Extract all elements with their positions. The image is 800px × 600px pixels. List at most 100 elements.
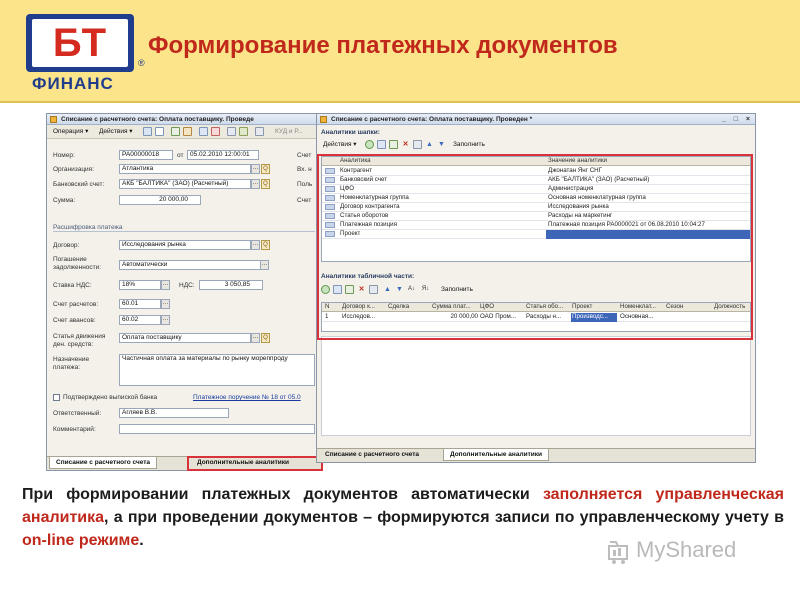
repayment-field[interactable]: Автоматически bbox=[119, 260, 261, 270]
kud-menu[interactable]: КУД и Р... bbox=[273, 127, 305, 137]
window-titlebar: Списание с расчетного счета: Оплата пост… bbox=[47, 114, 321, 125]
watermark-logo-icon bbox=[608, 541, 628, 564]
contract-select-button[interactable]: … bbox=[251, 240, 260, 250]
move-down-icon[interactable]: ▼ bbox=[437, 140, 446, 149]
analytics-window: Списание с расчетного счета: Оплата пост… bbox=[316, 113, 756, 463]
contract-open-button[interactable]: Q bbox=[261, 240, 270, 250]
operation-menu[interactable]: Операция ▾ bbox=[51, 127, 90, 137]
actions-menu[interactable]: Действия ▾ bbox=[97, 127, 135, 137]
right-label-4: Счет bbox=[297, 197, 312, 204]
organization-select-button[interactable]: … bbox=[251, 164, 260, 174]
analytics-highlight bbox=[317, 154, 753, 340]
vat-rate-label: Ставка НДС: bbox=[53, 282, 92, 289]
repayment-label-2: задолженности: bbox=[53, 264, 102, 271]
comment-label: Комментарий: bbox=[53, 426, 96, 433]
comment-field[interactable] bbox=[119, 424, 315, 434]
header-fill-button[interactable]: Заполнить bbox=[451, 140, 487, 150]
copy-icon[interactable] bbox=[377, 140, 386, 149]
slide-header: БТ ФИНАНС ® Формирование платежных докум… bbox=[0, 0, 800, 103]
advance-account-label: Счет авансов: bbox=[53, 317, 96, 324]
add-icon[interactable] bbox=[365, 140, 374, 149]
edit-icon[interactable] bbox=[389, 140, 398, 149]
vat-rate-select-button[interactable]: … bbox=[161, 280, 170, 290]
right-label-2: Вх. н bbox=[297, 166, 312, 173]
payment-details-section: Расшифровка платежа bbox=[53, 224, 315, 232]
text-part-3: . bbox=[139, 532, 144, 549]
payment-order-link[interactable]: Платежное поручение № 18 от 05.0 bbox=[193, 394, 301, 401]
logo-registered-mark: ® bbox=[138, 58, 145, 68]
organization-open-button[interactable]: Q bbox=[261, 164, 270, 174]
vat-label: НДС: bbox=[179, 282, 195, 289]
settlement-account-field[interactable]: 60.01 bbox=[119, 299, 161, 309]
stop-icon[interactable] bbox=[413, 140, 422, 149]
purpose-label-1: Назначение bbox=[53, 356, 90, 363]
print-icon[interactable] bbox=[227, 127, 236, 136]
purpose-label-2: платежа: bbox=[53, 364, 80, 371]
responsible-label: Ответственный: bbox=[53, 410, 102, 417]
sum-field[interactable]: 20 000,00 bbox=[119, 195, 201, 205]
date-field[interactable]: 05.02.2010 12:00:01 bbox=[187, 150, 259, 160]
header-actions-menu[interactable]: Действия ▾ bbox=[321, 140, 359, 150]
window-toolbar: Операция ▾ Действия ▾ КУД и Р... bbox=[47, 125, 321, 139]
settings-icon[interactable] bbox=[255, 127, 264, 136]
document-icon-2 bbox=[320, 116, 327, 123]
bank-account-open-button[interactable]: Q bbox=[261, 179, 270, 189]
window-title-2: Списание с расчетного счета: Оплата пост… bbox=[331, 116, 533, 123]
logo-word: ФИНАНС bbox=[32, 74, 114, 93]
confirmed-checkbox[interactable] bbox=[53, 394, 60, 401]
add-icon[interactable] bbox=[143, 127, 152, 136]
bank-account-select-button[interactable]: … bbox=[251, 179, 260, 189]
refresh-icon[interactable] bbox=[171, 127, 180, 136]
cash-flow-field[interactable]: Оплата поставщику bbox=[119, 333, 251, 343]
text-part-2: , а при проведении документов – формирую… bbox=[104, 509, 784, 526]
number-field[interactable]: РА00000018 bbox=[119, 150, 173, 160]
move-up-icon[interactable]: ▲ bbox=[425, 140, 434, 149]
cash-flow-open-button[interactable]: Q bbox=[261, 333, 270, 343]
tab-bank-writeoff-2[interactable]: Списание с расчетного счета bbox=[319, 449, 425, 461]
cash-flow-select-button[interactable]: … bbox=[251, 333, 260, 343]
bank-account-field[interactable]: АКБ "БАЛТИКА" (ЗАО) (Расчетный) bbox=[119, 179, 251, 189]
text-highlight-2: on-line режиме bbox=[22, 532, 140, 549]
delete-icon[interactable]: ✕ bbox=[401, 140, 410, 149]
date-from-label: от bbox=[177, 152, 184, 159]
repayment-select-button[interactable]: … bbox=[260, 260, 269, 270]
organization-field[interactable]: Атлантика bbox=[119, 164, 251, 174]
delete-icon[interactable] bbox=[211, 127, 220, 136]
contract-field[interactable]: Исследования рынка bbox=[119, 240, 251, 250]
contract-label: Договор: bbox=[53, 242, 80, 249]
vat-field[interactable]: 3 050,85 bbox=[199, 280, 263, 290]
post-icon[interactable] bbox=[183, 127, 192, 136]
logo-box: БТ bbox=[26, 14, 134, 72]
logo-letters: БТ bbox=[52, 21, 108, 65]
slide-title: Формирование платежных документов bbox=[148, 32, 618, 59]
purpose-field[interactable]: Частичная оплата за материалы по рынку м… bbox=[119, 354, 315, 386]
sum-label: Сумма: bbox=[53, 197, 76, 204]
window-title: Списание с расчетного счета: Оплата пост… bbox=[61, 116, 254, 123]
tab-additional-analytics-2[interactable]: Дополнительные аналитики bbox=[443, 449, 549, 461]
header-analytics-title: Аналитики шапки: bbox=[321, 129, 380, 136]
window-tabs-2: Списание с расчетного счета Дополнительн… bbox=[317, 448, 755, 462]
copy-icon[interactable] bbox=[155, 127, 164, 136]
tab-bank-writeoff[interactable]: Списание с расчетного счета bbox=[49, 457, 158, 469]
cash-flow-label-1: Статья движения bbox=[53, 333, 106, 340]
structure-icon[interactable] bbox=[199, 127, 208, 136]
repayment-label-1: Погашение bbox=[53, 256, 87, 263]
window-controls[interactable]: _ □ × bbox=[722, 114, 753, 124]
settlement-account-select-button[interactable]: … bbox=[161, 299, 170, 309]
document-window: Списание с расчетного счета: Оплата пост… bbox=[46, 113, 323, 471]
organization-label: Организация: bbox=[53, 166, 95, 173]
right-label-3: Поль bbox=[297, 181, 313, 188]
empty-grid-area bbox=[321, 336, 751, 436]
based-on-icon[interactable] bbox=[239, 127, 248, 136]
right-label-1: Счет bbox=[297, 152, 312, 159]
text-part-1: При формировании платежных документов ав… bbox=[22, 486, 543, 503]
advance-account-field[interactable]: 60.02 bbox=[119, 315, 161, 325]
slide: БТ ФИНАНС ® Формирование платежных докум… bbox=[0, 0, 800, 600]
advance-account-select-button[interactable]: … bbox=[161, 315, 170, 325]
logo-inner: БТ bbox=[32, 19, 128, 67]
window-titlebar-2: Списание с расчетного счета: Оплата пост… bbox=[317, 114, 755, 125]
watermark-text: MyShared bbox=[636, 537, 737, 562]
vat-rate-field[interactable]: 18% bbox=[119, 280, 161, 290]
responsible-field[interactable]: Агляев В.В. bbox=[119, 408, 229, 418]
header-analytics-toolbar: Действия ▾ ✕ ▲ ▼ Заполнить bbox=[317, 138, 755, 152]
